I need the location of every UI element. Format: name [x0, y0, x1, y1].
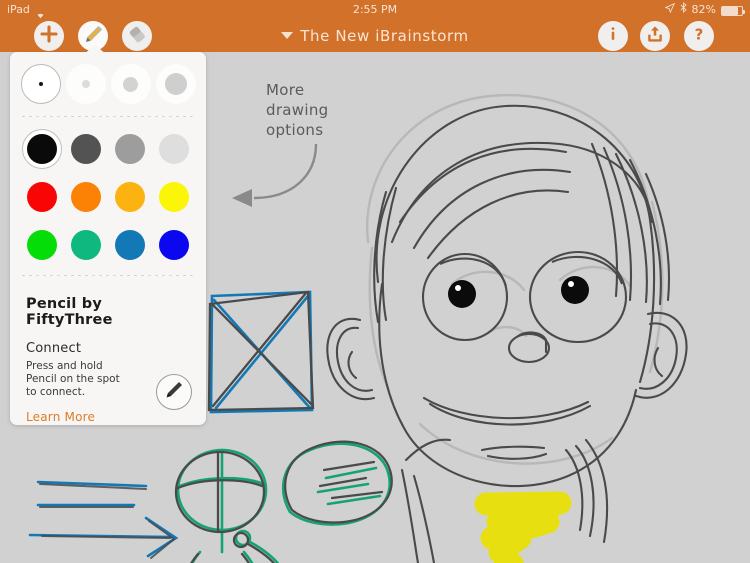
status-bar-right: 82% [663, 0, 745, 19]
left-pupil [448, 280, 476, 308]
chevron-down-icon [281, 32, 294, 39]
right-pupil [561, 276, 589, 304]
color-swatch-yellow[interactable] [154, 177, 194, 217]
status-bar-clock: 2:55 PM [352, 3, 398, 16]
color-swatch-orange[interactable] [66, 177, 106, 217]
gray-lines-sketch [39, 483, 176, 559]
connect-heading: Connect [26, 341, 82, 356]
battery-percent-label: 82% [691, 3, 716, 16]
teal-head-sketch [176, 448, 280, 563]
curved-arrow-left-icon [232, 143, 318, 207]
brush-size-dot [38, 82, 43, 86]
color-swatch-amber[interactable] [110, 177, 150, 217]
help-icon: ? [689, 24, 709, 48]
color-swatch-blue[interactable] [154, 225, 194, 265]
color-swatch-dark-gray[interactable] [66, 129, 106, 169]
info-button[interactable] [598, 21, 628, 51]
color-palette-grid [10, 123, 206, 273]
status-bar: iPad 2:55 PM 82% [0, 0, 750, 19]
share-icon [645, 24, 665, 48]
annotation-line-1: More [266, 81, 305, 99]
color-swatch-light-gray[interactable] [154, 129, 194, 169]
popover-notch [84, 45, 106, 54]
color-swatch-gray[interactable] [110, 129, 150, 169]
color-swatch-green[interactable] [22, 225, 62, 265]
color-swatch-red[interactable] [22, 177, 62, 217]
document-title: The New iBrainstorm [300, 27, 469, 45]
location-arrow-icon [663, 0, 675, 19]
learn-more-link[interactable]: Learn More [26, 410, 190, 424]
svg-text:?: ? [695, 25, 704, 43]
brush-size-dot [123, 76, 138, 92]
pencil-options-popover: Pencil by FiftyThree Connect Press and h… [10, 52, 206, 425]
color-swatch-steel-blue[interactable] [110, 225, 150, 265]
pencil-product-heading: Pencil by FiftyThree [26, 296, 113, 328]
brush-size-option-xs[interactable] [20, 64, 61, 104]
left-eye-highlight [455, 285, 461, 291]
brush-size-option-m[interactable] [110, 64, 151, 104]
help-button[interactable]: ? [684, 21, 714, 51]
annotation-line-3: options [266, 121, 324, 139]
info-icon [603, 24, 623, 48]
app-toolbar: The New iBrainstorm ? [0, 19, 750, 52]
connect-instructions: Press and hold Pencil on the spot to con… [26, 360, 120, 398]
brush-size-dot [164, 73, 187, 95]
ipad-app-window: iPad 2:55 PM 82% The New iBrainstorm ? M… [0, 0, 750, 563]
battery-icon [721, 5, 745, 16]
share-button[interactable] [640, 21, 670, 51]
gray-head-sketch [174, 450, 276, 563]
popover-divider-bottom [20, 275, 196, 276]
color-swatch-teal[interactable] [66, 225, 106, 265]
right-eye-highlight [568, 281, 574, 287]
brush-size-option-l[interactable] [155, 64, 196, 104]
brush-size-row [10, 52, 206, 114]
pencil-icon [163, 379, 185, 405]
yellow-highlight-scribble [474, 491, 572, 563]
brush-size-dot [81, 80, 90, 88]
connect-pencil-button[interactable] [156, 374, 192, 410]
bluetooth-icon [680, 0, 687, 19]
annotation-text: More drawing options [266, 80, 328, 140]
blue-lines-sketch [28, 480, 179, 558]
color-swatch-black[interactable] [22, 129, 62, 169]
popover-divider-top [20, 116, 196, 117]
blue-square-sketch [209, 290, 314, 414]
document-title-menu[interactable]: The New iBrainstorm [0, 27, 750, 45]
annotation-line-2: drawing [266, 101, 329, 119]
brush-size-option-s[interactable] [65, 64, 106, 104]
face-sketch [373, 104, 671, 488]
nose-sketch [507, 331, 551, 364]
